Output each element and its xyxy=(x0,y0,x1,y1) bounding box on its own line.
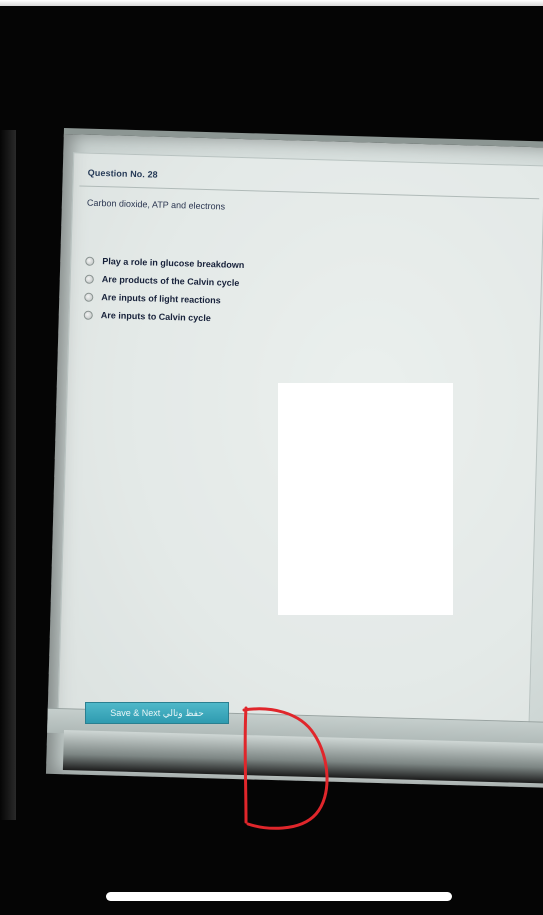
radio-button[interactable] xyxy=(84,274,94,284)
radio-button[interactable] xyxy=(85,256,95,266)
header-divider xyxy=(79,185,540,200)
question-number: Question No. 28 xyxy=(87,167,158,180)
save-next-button[interactable]: Save & Next حفظ وتالي xyxy=(85,702,229,724)
option-label: Are products of the Calvin cycle xyxy=(101,274,240,288)
radio-button[interactable] xyxy=(83,310,93,320)
top-edge xyxy=(0,0,543,6)
home-indicator[interactable] xyxy=(106,892,452,901)
photo-frame: Question No. 28 Carbon dioxide, ATP and … xyxy=(0,0,543,915)
option-label: Are inputs to Calvin cycle xyxy=(100,310,211,324)
option-4[interactable]: Are inputs to Calvin cycle xyxy=(83,306,243,328)
blank-overlay-panel xyxy=(278,383,453,615)
annotation-stroke xyxy=(242,706,329,830)
radio-button[interactable] xyxy=(84,292,94,302)
answer-options: Play a role in glucose breakdown Are pro… xyxy=(83,252,245,328)
option-label: Are inputs of light reactions xyxy=(101,292,221,306)
handwritten-d-annotation xyxy=(242,706,329,830)
monitor-bezel xyxy=(0,130,16,820)
option-label: Play a role in glucose breakdown xyxy=(102,256,245,271)
question-text: Carbon dioxide, ATP and electrons xyxy=(86,197,226,212)
